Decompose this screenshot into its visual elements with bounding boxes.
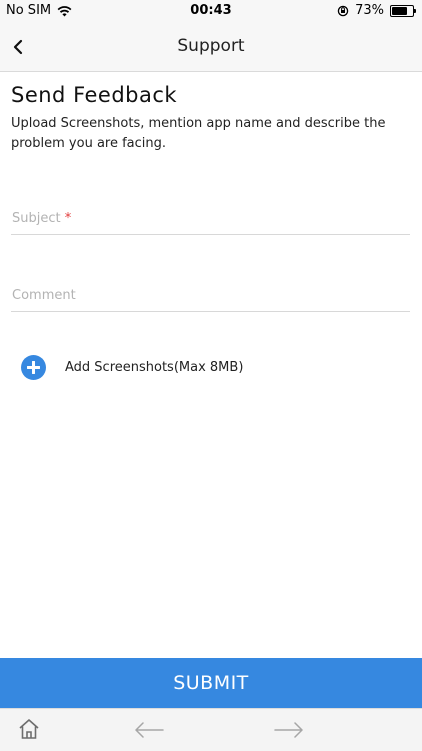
orientation-lock-icon bbox=[337, 5, 349, 16]
home-icon bbox=[19, 719, 39, 739]
battery-percent: 73% bbox=[355, 3, 384, 18]
page-title: Send Feedback bbox=[11, 83, 178, 107]
plus-circle-icon[interactable] bbox=[21, 354, 46, 380]
bottom-toolbar bbox=[0, 708, 422, 751]
browser-back-button[interactable] bbox=[134, 722, 164, 742]
add-screenshots-button[interactable]: Add Screenshots(Max 8MB) bbox=[21, 354, 243, 380]
status-bar: No SIM 00:43 73% bbox=[0, 0, 422, 22]
comment-placeholder: Comment bbox=[12, 288, 76, 303]
nav-bar: Support bbox=[0, 22, 422, 72]
subject-field[interactable]: Subject * bbox=[11, 208, 410, 235]
arrow-right-icon bbox=[274, 722, 303, 738]
browser-forward-button[interactable] bbox=[274, 722, 304, 742]
comment-field[interactable]: Comment bbox=[11, 285, 410, 312]
add-screenshots-label: Add Screenshots(Max 8MB) bbox=[65, 359, 244, 375]
battery-fill bbox=[392, 6, 407, 15]
page-description: Upload Screenshots, mention app name and… bbox=[11, 116, 386, 151]
arrow-left-icon bbox=[135, 722, 164, 738]
subject-placeholder-text: Subject bbox=[12, 211, 61, 226]
battery-icon bbox=[390, 4, 416, 17]
status-right: 73% bbox=[337, 3, 416, 18]
required-marker: * bbox=[64, 211, 72, 226]
subject-placeholder: Subject * bbox=[12, 211, 71, 226]
submit-button[interactable]: SUBMIT bbox=[0, 658, 422, 708]
home-button[interactable] bbox=[17, 717, 41, 745]
nav-title: Support bbox=[177, 36, 245, 56]
